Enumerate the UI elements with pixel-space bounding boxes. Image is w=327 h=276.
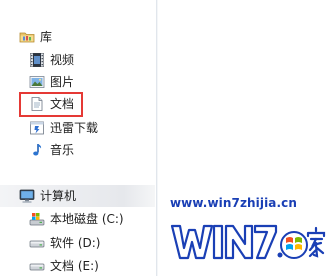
nav-item-drive-e[interactable]: 文档 (E:) xyxy=(29,256,99,276)
nav-item-music[interactable]: 音乐 xyxy=(29,140,74,160)
nav-item-music-label: 音乐 xyxy=(50,143,75,157)
nav-item-drive-d[interactable]: 软件 (D:) xyxy=(29,233,100,253)
nav-item-drive-d-label: 软件 (D:) xyxy=(50,236,101,250)
library-folder-icon xyxy=(19,29,35,45)
drive-icon xyxy=(29,235,45,251)
nav-item-pictures[interactable]: 图片 xyxy=(29,72,74,92)
nav-item-pictures-label: 图片 xyxy=(50,75,75,89)
nav-item-videos-label: 视频 xyxy=(50,53,75,67)
nav-item-libraries[interactable]: 库 xyxy=(19,27,52,47)
thunder-download-icon xyxy=(29,120,45,136)
nav-item-libraries-label: 库 xyxy=(40,30,53,44)
nav-item-computer-label: 计算机 xyxy=(40,189,77,203)
nav-item-drive-c-label: 本地磁盘 (C:) xyxy=(50,212,124,226)
nav-item-thunder-download[interactable]: 迅雷下载 xyxy=(29,118,98,138)
nav-item-videos[interactable]: 视频 xyxy=(29,50,74,70)
computer-icon xyxy=(19,188,35,204)
watermark: www.win7zhijia.cn xyxy=(170,196,327,276)
explorer-window: 库 视频 图片 文档 迅雷下载 音乐 计算机 本地磁盘 (C:) 软件 (D:)… xyxy=(0,0,327,276)
nav-item-computer[interactable]: 计算机 xyxy=(19,186,76,206)
watermark-url: www.win7zhijia.cn xyxy=(170,196,298,210)
nav-item-drive-c[interactable]: 本地磁盘 (C:) xyxy=(29,209,124,229)
navigation-pane: 库 视频 图片 文档 迅雷下载 音乐 计算机 本地磁盘 (C:) 软件 (D:)… xyxy=(0,0,155,276)
nav-item-thunder-download-label: 迅雷下载 xyxy=(50,121,99,135)
nav-item-drive-e-label: 文档 (E:) xyxy=(50,259,99,273)
system-drive-icon xyxy=(29,211,45,227)
drive-icon xyxy=(29,258,45,274)
picture-library-icon xyxy=(29,74,45,90)
video-library-icon xyxy=(29,52,45,68)
highlight-box xyxy=(19,92,83,117)
music-library-icon xyxy=(29,142,45,158)
win7-zhijia-logo xyxy=(170,212,327,272)
